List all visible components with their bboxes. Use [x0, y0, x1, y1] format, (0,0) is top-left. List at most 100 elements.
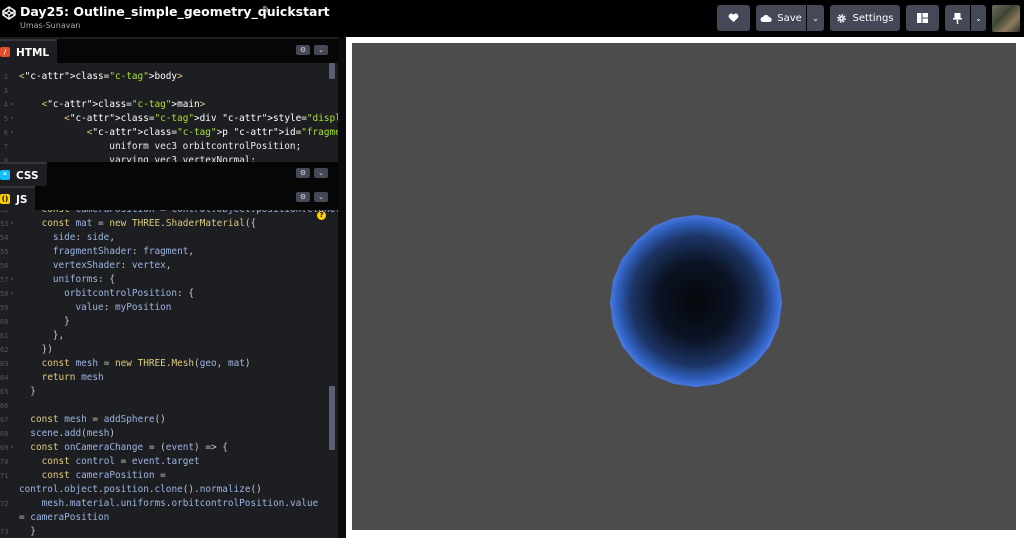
fold-arrow-icon[interactable]: ▾	[10, 112, 14, 126]
code-line[interactable]: 6 ▾ <"c-attr">class="c-tag">p "c-attr">id…	[0, 126, 338, 140]
html-panel-label: HTML	[16, 47, 50, 59]
code-text: <"c-attr">class="c-tag">main>	[41, 99, 206, 110]
css-panel-tab[interactable]: * CSS	[0, 162, 47, 186]
html-code-editor[interactable]: 2 <"c-attr">class="c-tag">body> 3 4 ▾ <"c-at…	[0, 63, 338, 163]
save-button[interactable]: Save	[756, 5, 806, 31]
html-scrollbar[interactable]	[329, 63, 335, 79]
gear-icon: ⚙	[299, 193, 307, 201]
line-number: 65	[0, 388, 9, 396]
html-panel-tab[interactable]: / HTML	[0, 39, 58, 63]
line-number: 69	[0, 444, 9, 452]
code-line[interactable]: 53 ▾ const mat = new THREE.ShaderMaterial…	[0, 217, 326, 231]
code-text: control.object.position.clone().normaliz…	[19, 484, 262, 495]
code-line[interactable]: 4 ▾ <"c-attr">class="c-tag">main>	[0, 98, 326, 112]
author-name[interactable]: Umas-Sunavan	[20, 21, 80, 30]
code-line[interactable]: 63 const mesh = new THREE.Mesh(geo, mat)	[0, 357, 326, 371]
pin-options-button[interactable]: ⌄	[971, 5, 986, 31]
code-text: const mesh = new THREE.Mesh(geo, mat)	[41, 358, 251, 369]
render-canvas[interactable]	[352, 43, 1016, 530]
code-text: const cameraPosition =	[41, 470, 166, 481]
code-text: scene.add(mesh)	[30, 428, 116, 439]
code-text: })	[19, 344, 53, 355]
save-options-button[interactable]: ⌄	[807, 5, 824, 31]
code-line[interactable]: 72 mesh.material.uniforms.orbitcontrolPo…	[0, 497, 326, 511]
code-line[interactable]: 55 fragmentShader: fragment,	[0, 245, 326, 259]
code-line[interactable]: 3	[0, 84, 326, 98]
js-code-editor[interactable]: 52 const cameraPosition = control.object…	[0, 210, 338, 538]
code-line[interactable]: 66	[0, 399, 326, 413]
code-line[interactable]: 61 },	[0, 329, 326, 343]
code-text: const cameraPosition = control.object.po…	[19, 210, 338, 217]
js-collapse-button[interactable]: ⌄	[314, 192, 328, 202]
code-line[interactable]: 2 <"c-attr">class="c-tag">body>	[0, 70, 326, 84]
code-text: const mat = new THREE.ShaderMaterial({	[41, 218, 257, 229]
code-line[interactable]: = cameraPosition	[0, 511, 326, 525]
code-text: <"c-attr">class="c-tag">body>	[19, 71, 183, 82]
code-line[interactable]: 73 }	[0, 525, 326, 538]
code-line[interactable]: 71 const cameraPosition =	[0, 469, 326, 483]
settings-button[interactable]: Settings	[830, 5, 900, 31]
top-bar: Day25: Outline_simple_geometry_quickstar…	[0, 0, 1024, 37]
codepen-logo-icon[interactable]	[2, 6, 16, 20]
code-line[interactable]: 64 return mesh	[0, 371, 326, 385]
chevron-down-icon: ⌄	[975, 13, 982, 23]
js-panel-header: () JS ⚙ ⌄	[0, 186, 338, 210]
code-line[interactable]: 68 scene.add(mesh)	[0, 427, 326, 441]
heart-icon	[728, 13, 739, 23]
code-line[interactable]: 5 ▾ <"c-attr">class="c-tag">div "c-attr">…	[0, 112, 338, 126]
code-line[interactable]: 7 uniform vec3 orbitcontrolPosition;	[0, 140, 326, 154]
line-number: 71	[0, 472, 9, 480]
js-settings-button[interactable]: ⚙	[296, 192, 310, 202]
code-line[interactable]: 62 })	[0, 343, 326, 357]
code-text: orbitcontrolPosition: {	[64, 288, 194, 299]
code-text: side: side,	[52, 232, 115, 243]
code-line[interactable]: 70 const control = event.target	[0, 455, 326, 469]
edit-title-icon[interactable]: ✎	[262, 5, 270, 16]
js-panel-label: JS	[16, 194, 28, 206]
code-text: return mesh	[41, 372, 104, 383]
html-collapse-button[interactable]: ⌄	[314, 45, 328, 55]
code-line[interactable]: 60 }	[0, 315, 326, 329]
code-line[interactable]: 59 value: myPosition	[0, 301, 326, 315]
css-settings-button[interactable]: ⚙	[296, 168, 310, 178]
warning-icon[interactable]: ?	[317, 211, 326, 220]
change-view-button[interactable]	[906, 5, 939, 31]
code-text: }	[19, 386, 36, 397]
code-text: const onCameraChange = (event) => {	[30, 442, 228, 453]
code-line[interactable]: 65 }	[0, 385, 326, 399]
code-line[interactable]: 52 const cameraPosition = control.object…	[0, 210, 338, 217]
love-button[interactable]	[717, 5, 750, 31]
preview-pane	[346, 37, 1024, 538]
user-avatar[interactable]	[992, 5, 1020, 32]
code-text: }	[19, 316, 70, 327]
fold-arrow-icon[interactable]: ▾	[10, 441, 14, 455]
code-line[interactable]: 57 ▾ uniforms: {	[0, 273, 326, 287]
code-line[interactable]: 56 vertexShader: vertex,	[0, 259, 326, 273]
line-number: 3	[3, 87, 8, 95]
line-number: 53	[0, 220, 9, 228]
code-text: const mesh = addSphere()	[30, 414, 166, 425]
code-line[interactable]: 58 ▾ orbitcontrolPosition: {	[0, 287, 326, 301]
fold-arrow-icon[interactable]: ▾	[10, 287, 14, 301]
pen-title[interactable]: Day25: Outline_simple_geometry_quickstar…	[20, 4, 330, 19]
fold-arrow-icon[interactable]: ▾	[10, 217, 14, 231]
fold-arrow-icon[interactable]: ▾	[10, 126, 14, 140]
html-settings-button[interactable]: ⚙	[296, 45, 310, 55]
chevron-down-icon: ⌄	[318, 46, 324, 54]
fold-arrow-icon[interactable]: ▾	[10, 98, 14, 112]
code-line[interactable]: 67 const mesh = addSphere()	[0, 413, 326, 427]
line-number: 63	[0, 360, 9, 368]
js-panel-tab[interactable]: () JS	[0, 186, 36, 210]
code-line[interactable]: 69 ▾ const onCameraChange = (event) => {	[0, 441, 326, 455]
chevron-down-icon: ⌄	[812, 13, 819, 23]
line-number: 68	[0, 430, 9, 438]
fold-arrow-icon[interactable]: ▾	[10, 273, 14, 287]
js-scrollbar[interactable]	[329, 386, 335, 450]
resize-divider[interactable]	[338, 37, 346, 538]
code-line[interactable]: control.object.position.clone().normaliz…	[0, 483, 326, 497]
pin-button[interactable]	[945, 5, 970, 31]
css-collapse-button[interactable]: ⌄	[314, 168, 328, 178]
code-text: = cameraPosition	[19, 512, 110, 523]
code-text: value: myPosition	[75, 302, 172, 313]
code-line[interactable]: 54 side: side,	[0, 231, 326, 245]
